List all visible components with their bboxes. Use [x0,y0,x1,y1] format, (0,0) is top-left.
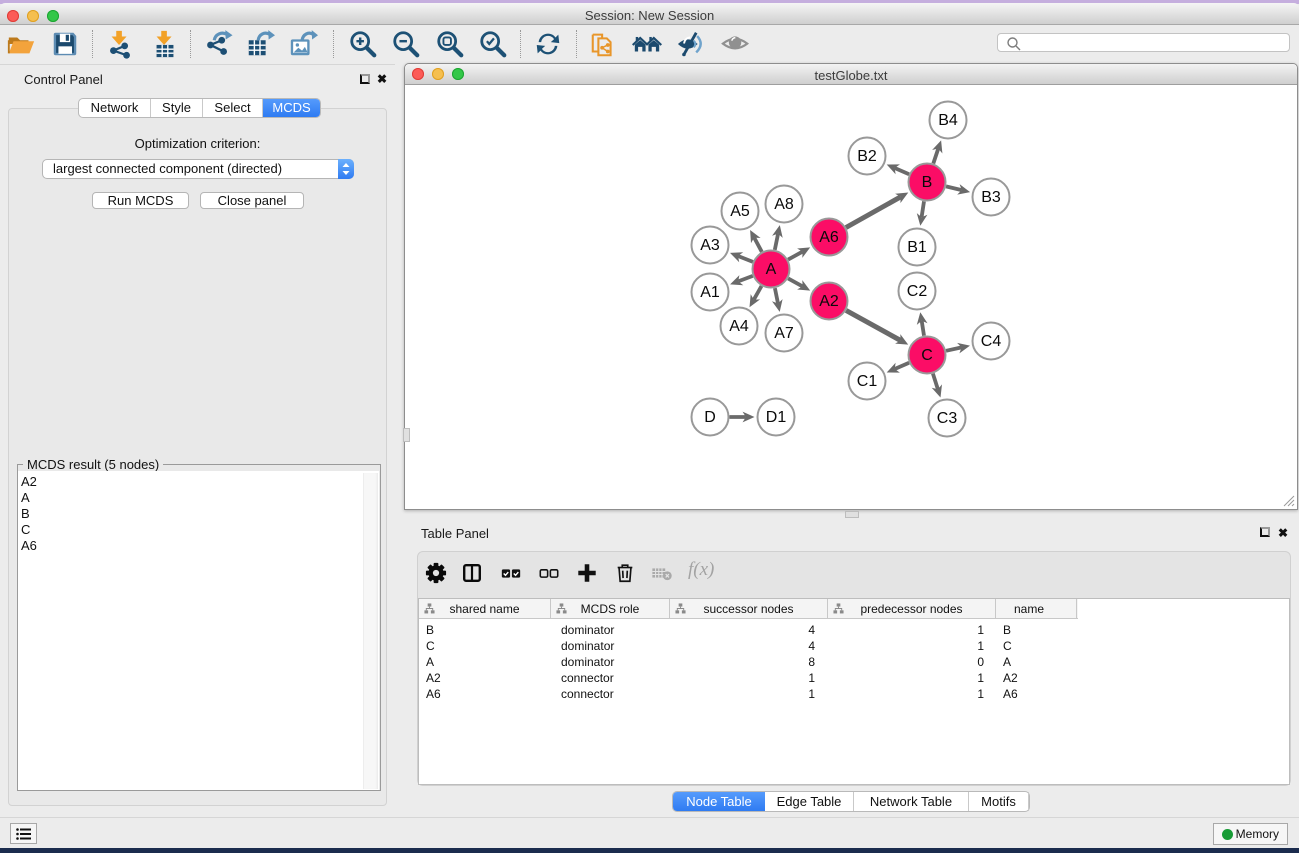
svg-text:A6: A6 [819,229,839,246]
svg-text:B2: B2 [857,148,877,165]
svg-text:C4: C4 [981,333,1002,350]
svg-text:A4: A4 [729,318,749,335]
svg-text:B4: B4 [938,112,958,129]
svg-text:A8: A8 [774,196,794,213]
svg-text:C2: C2 [907,283,928,300]
svg-text:A1: A1 [700,284,720,301]
svg-text:C3: C3 [937,410,958,427]
svg-text:B: B [922,174,933,191]
svg-text:A3: A3 [700,237,720,254]
svg-text:B1: B1 [907,239,927,256]
svg-text:B3: B3 [981,189,1001,206]
svg-text:A7: A7 [774,325,794,342]
svg-text:C: C [921,347,933,364]
svg-text:D: D [704,409,716,426]
svg-text:A: A [766,261,777,278]
svg-text:D1: D1 [766,409,787,426]
svg-text:A2: A2 [819,293,839,310]
svg-text:A5: A5 [730,203,750,220]
svg-text:C1: C1 [857,373,878,390]
